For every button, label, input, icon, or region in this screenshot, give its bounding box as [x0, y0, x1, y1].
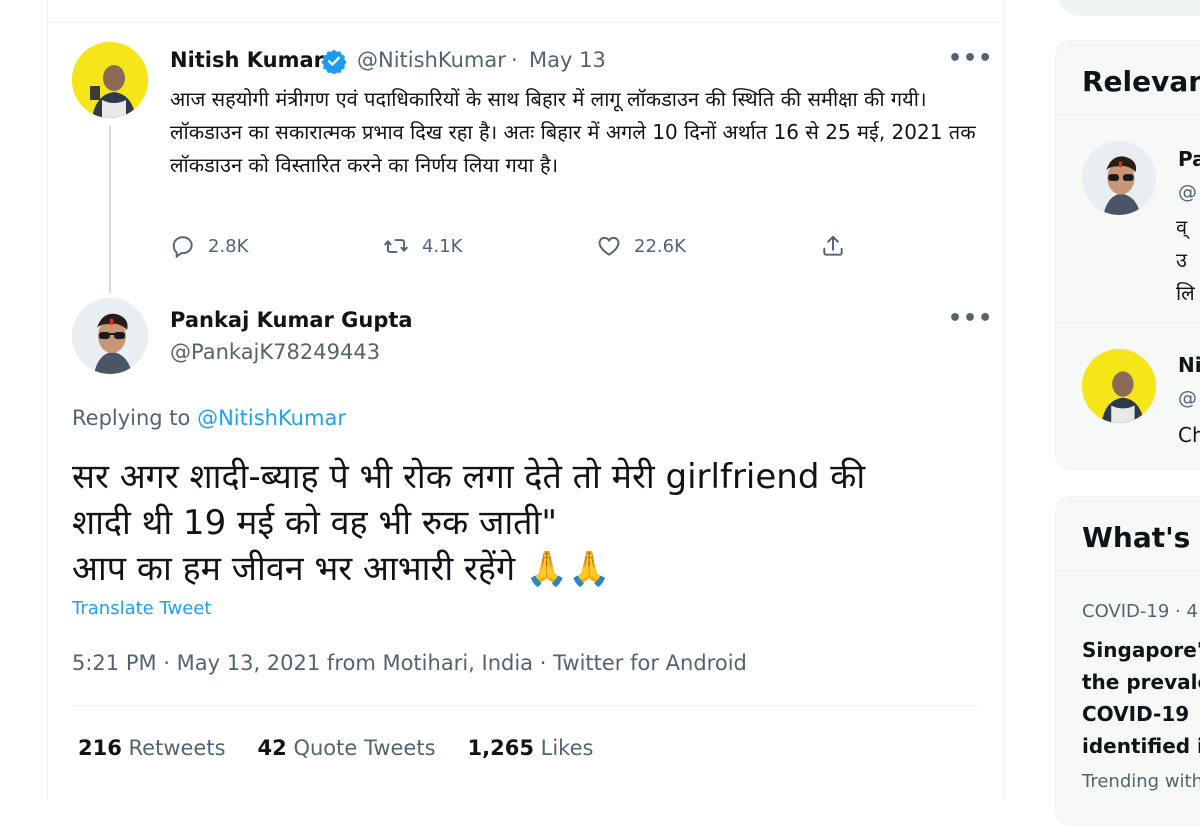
trend-headline: the prevale	[1082, 670, 1200, 694]
tweet-metadata[interactable]: 5:21 PM · May 13, 2021 from Motihari, In…	[72, 651, 747, 675]
more-options-icon[interactable]: •••	[948, 306, 993, 331]
relevant-person-name[interactable]: Ni	[1178, 353, 1200, 377]
nitish-avatar[interactable]	[72, 42, 148, 118]
relevant-person-handle[interactable]: @	[1178, 387, 1197, 409]
relevant-person-bio: व्	[1176, 215, 1188, 239]
relevant-person-name[interactable]: Pa	[1178, 147, 1200, 171]
whats-happening-panel: What's COVID-19 · 4 Singapore' the preva…	[1055, 496, 1200, 826]
share-button[interactable]	[820, 228, 846, 264]
avatar-portrait-icon	[1082, 141, 1156, 215]
author-name[interactable]: Nitish Kumar	[170, 48, 324, 72]
tweet-stats: 216 Retweets 42 Quote Tweets 1,265 Likes	[78, 736, 593, 760]
relevant-people-title: Relevan	[1082, 65, 1200, 98]
trend-headline: Singapore'	[1082, 638, 1200, 662]
more-options-icon[interactable]: •••	[948, 46, 993, 71]
quote-tweets-stat[interactable]: 42 Quote Tweets	[258, 736, 436, 760]
retweet-count: 4.1K	[422, 235, 463, 257]
tweet-text: आज सहयोगी मंत्रीगण एवं पदाधिकारियों के स…	[170, 87, 976, 177]
like-button[interactable]: 22.6K	[596, 228, 686, 264]
relevant-person-bio: उ	[1176, 248, 1187, 272]
tweet-date[interactable]: May 13	[529, 48, 606, 72]
translate-tweet-link[interactable]: Translate Tweet	[72, 598, 211, 619]
top-divider	[48, 22, 1003, 23]
separator-dot: ·	[511, 48, 518, 72]
trend-footer: Trending with	[1082, 771, 1200, 792]
reply-author-handle[interactable]: @PankajK78249443	[170, 340, 380, 364]
retweet-button[interactable]: 4.1K	[382, 228, 462, 264]
avatar-portrait-icon	[72, 42, 148, 118]
avatar-portrait-icon	[72, 298, 148, 374]
reply-tweet-text: सर अगर शादी-ब्याह पे भी रोक लगा देते तो …	[72, 454, 972, 592]
trend-headline: identified i	[1082, 734, 1200, 758]
panel-divider	[1056, 327, 1200, 328]
thread-line	[109, 126, 111, 293]
relevant-people-panel: Relevan Pa @ व् उ लि Ni @ Ch	[1055, 40, 1200, 470]
trend-headline: COVID-19	[1082, 702, 1190, 726]
reply-text-line: शादी थी 19 मई को वह भी रुक जाती"	[72, 503, 557, 543]
reply-author-name[interactable]: Pankaj Kumar Gupta	[170, 308, 413, 332]
replying-to: Replying to @NitishKumar	[72, 406, 346, 430]
reply-count: 2.8K	[208, 235, 249, 257]
pankaj-avatar[interactable]	[72, 298, 148, 374]
relevant-person-bio: लि	[1176, 281, 1195, 305]
share-icon	[823, 235, 843, 256]
retweets-stat[interactable]: 216 Retweets	[78, 736, 226, 760]
meta-divider	[72, 705, 979, 706]
search-bar[interactable]	[1058, 0, 1200, 16]
likes-stat[interactable]: 1,265 Likes	[468, 736, 594, 760]
relevant-person-bio: Ch	[1178, 423, 1200, 447]
trend-category: COVID-19 · 4	[1082, 601, 1198, 622]
like-count: 22.6K	[634, 235, 686, 257]
relevant-person-avatar[interactable]	[1082, 349, 1156, 423]
main-column: Nitish Kumar @NitishKumar · May 13 ••• आ…	[47, 0, 1004, 800]
replying-to-handle-link[interactable]: @NitishKumar	[197, 406, 346, 430]
panel-divider	[1056, 575, 1200, 576]
avatar-portrait-icon	[1082, 349, 1156, 423]
relevant-person-avatar[interactable]	[1082, 141, 1156, 215]
reply-text-line: सर अगर शादी-ब्याह पे भी रोक लगा देते तो …	[72, 457, 866, 497]
retweet-icon	[384, 239, 408, 253]
replying-to-label: Replying to	[72, 406, 191, 430]
author-handle[interactable]: @NitishKumar	[357, 48, 506, 72]
heart-icon	[598, 236, 620, 256]
reply-icon	[172, 236, 193, 259]
reply-text-line: आप का हम जीवन भर आभारी रहेंगे 🙏🙏	[72, 549, 611, 589]
panel-divider	[1056, 119, 1200, 120]
relevant-person-handle[interactable]: @	[1178, 181, 1197, 203]
reply-button[interactable]: 2.8K	[170, 228, 248, 264]
whats-happening-title: What's	[1082, 521, 1191, 554]
verified-badge-icon	[321, 49, 347, 74]
